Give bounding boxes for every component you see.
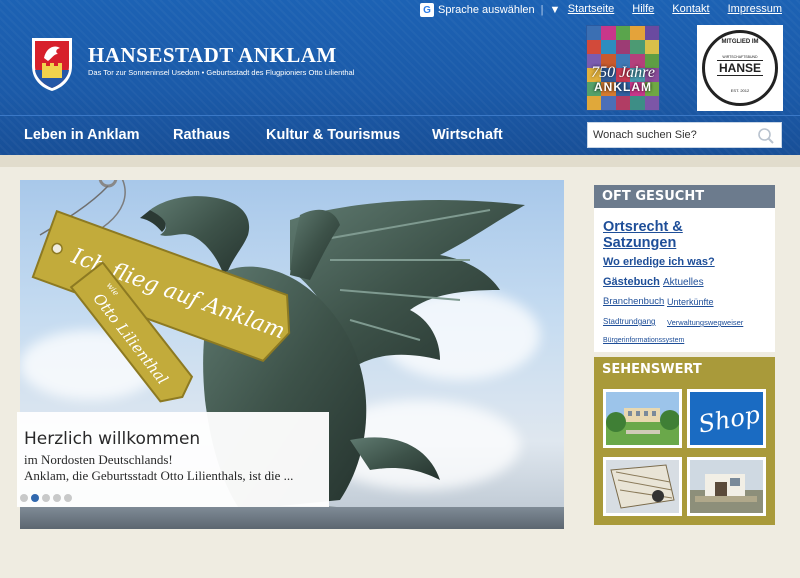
- link-branchenbuch[interactable]: Branchenbuch: [603, 296, 664, 307]
- paper-divider: [0, 155, 800, 167]
- sehenswert-title: SEHENSWERT: [602, 362, 702, 377]
- link-gaestebuch[interactable]: Gästebuch: [603, 276, 660, 288]
- park-image: [606, 392, 679, 445]
- hanse-word: HANSE: [716, 60, 763, 76]
- link-stadtrundgang[interactable]: Stadtrundgang: [603, 317, 656, 326]
- link-kontakt[interactable]: Kontakt: [672, 3, 709, 15]
- hero-tag-graphic: Ich flieg auf Anklam wie Otto Lilienthal: [31, 180, 291, 403]
- hanse-seal: MITGLIED IM WIRTSCHAFTSBUND HANSE EST. 2…: [702, 30, 778, 106]
- sehenswert-thumb-park[interactable]: [603, 389, 682, 448]
- link-ortsrecht[interactable]: Ortsrecht & Satzungen: [603, 219, 723, 251]
- slider-dot-1[interactable]: [20, 494, 28, 502]
- google-translate-icon: G: [420, 3, 434, 17]
- sehenswert-thumb-building[interactable]: [687, 457, 766, 516]
- oft-gesucht-panel: OFT GESUCHT Ortsrecht & Satzungen Wo erl…: [594, 185, 775, 352]
- slider-dot-4[interactable]: [53, 494, 61, 502]
- slider-dot-5[interactable]: [64, 494, 72, 502]
- slider-dot-3[interactable]: [42, 494, 50, 502]
- search-input[interactable]: [593, 129, 753, 141]
- language-selector[interactable]: G Sprache auswählen | ▼: [420, 2, 560, 18]
- welcome-box[interactable]: Herzlich willkommen im Nordosten Deutsch…: [17, 412, 329, 507]
- oft-gesucht-title: OFT GESUCHT: [594, 185, 775, 208]
- site-title[interactable]: HANSESTADT ANKLAM: [88, 43, 337, 68]
- language-label[interactable]: Sprache auswählen: [438, 4, 535, 16]
- link-aktuelles[interactable]: Aktuelles: [663, 277, 704, 288]
- language-separator: |: [540, 4, 544, 16]
- search-icon[interactable]: [757, 127, 775, 145]
- chevron-down-icon[interactable]: ▼: [549, 4, 560, 16]
- hanse-ring-sub: WIRTSCHAFTSBUND: [722, 55, 758, 59]
- glider-image: [606, 460, 679, 513]
- nav-item-leben[interactable]: Leben in Anklam: [24, 127, 139, 143]
- slider-dots: [20, 494, 72, 502]
- nav-item-rathaus[interactable]: Rathaus: [173, 127, 230, 143]
- sehenswert-thumb-shop[interactable]: Shop: [687, 389, 766, 448]
- sehenswert-thumb-lilienthal[interactable]: [603, 457, 682, 516]
- badge-hanse-member[interactable]: MITGLIED IM WIRTSCHAFTSBUND HANSE EST. 2…: [697, 25, 783, 111]
- link-hilfe[interactable]: Hilfe: [632, 3, 654, 15]
- coat-of-arms-logo[interactable]: [28, 36, 76, 92]
- sehenswert-panel: SEHENSWERT Shop: [594, 357, 775, 525]
- link-startseite[interactable]: Startseite: [568, 3, 614, 15]
- shop-image: Shop: [690, 392, 763, 445]
- hero-bottom-bar: [20, 507, 564, 529]
- welcome-line2: Anklam, die Geburtsstadt Otto Lilienthal…: [24, 468, 294, 483]
- badge-750-jahre[interactable]: 750 Jahre ANKLAM: [586, 25, 660, 111]
- nav-item-kultur[interactable]: Kultur & Tourismus: [266, 127, 400, 143]
- link-impressum[interactable]: Impressum: [728, 3, 782, 15]
- welcome-title[interactable]: Herzlich willkommen: [24, 429, 200, 449]
- hanse-ring-top: MITGLIED IM: [721, 39, 759, 45]
- link-unterkuenfte[interactable]: Unterkünfte: [667, 297, 714, 307]
- top-links: Startseite Hilfe Kontakt Impressum: [568, 3, 782, 15]
- building-image: [690, 460, 763, 513]
- welcome-line1: im Nordosten Deutschlands!: [24, 452, 173, 467]
- link-buergerinformationssystem[interactable]: Bürgerinformationssystem: [603, 337, 684, 344]
- search-box: [587, 122, 782, 148]
- link-verwaltungswegweiser[interactable]: Verwaltungswegweiser: [667, 318, 743, 327]
- site-subtitle: Das Tor zur Sonneninsel Usedom • Geburts…: [88, 68, 355, 77]
- link-wo-erledige[interactable]: Wo erledige ich was?: [603, 256, 715, 268]
- slider-dot-2[interactable]: [31, 494, 39, 502]
- nav-item-wirtschaft[interactable]: Wirtschaft: [432, 127, 503, 143]
- badge-750-word: ANKLAM: [594, 80, 652, 94]
- hanse-ring-bottom: EST. 2012: [730, 88, 750, 93]
